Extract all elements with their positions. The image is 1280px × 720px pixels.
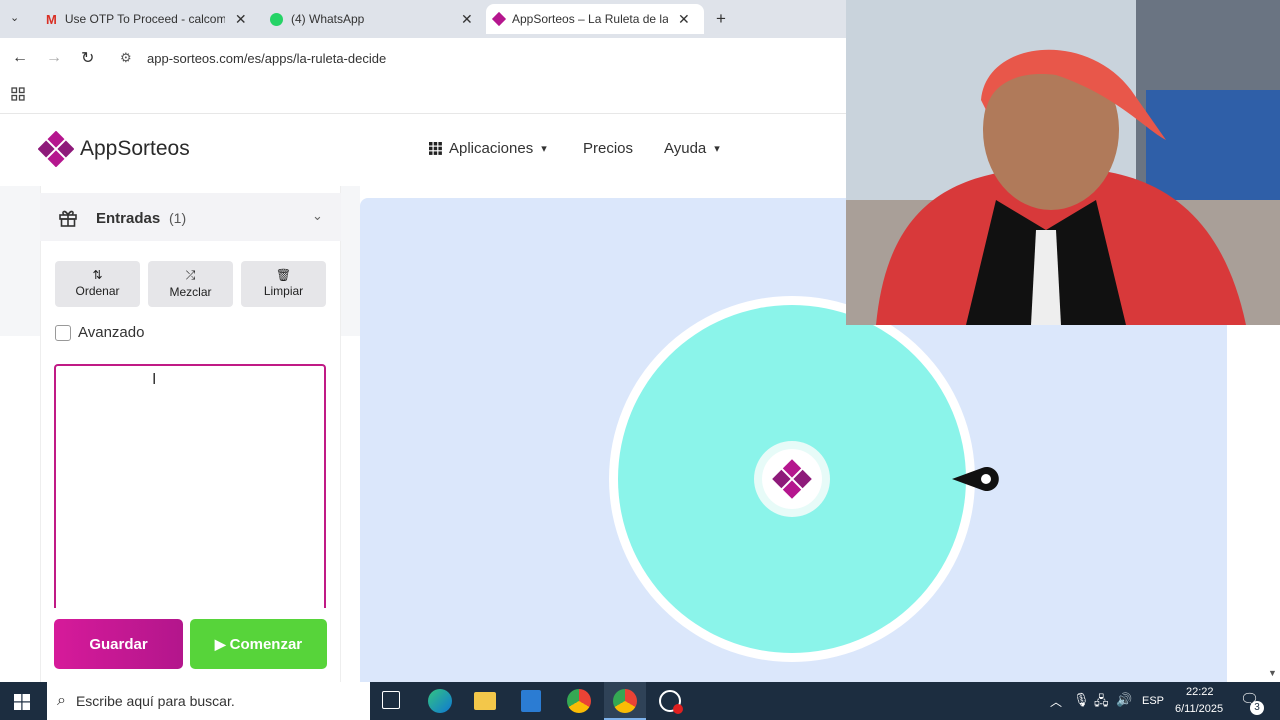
gift-icon (59, 210, 77, 227)
play-icon: ▶ (214, 635, 226, 652)
file-explorer-icon[interactable] (474, 692, 496, 710)
shuffle-button[interactable]: ⤮ Mezclar (148, 261, 233, 307)
close-icon[interactable]: ✕ (678, 11, 690, 28)
tab-appsorteos[interactable]: AppSorteos – La Ruleta de la Su ✕ (486, 4, 704, 34)
clock-time[interactable]: 22:22 (1186, 686, 1214, 698)
chevron-up-icon[interactable]: ︿ (1050, 693, 1062, 710)
notifications-count: 3 (1250, 701, 1264, 715)
address-bar[interactable]: app-sorteos.com/es/apps/la-ruleta-decide (147, 51, 386, 66)
trash-icon: 🗑 (275, 268, 292, 282)
apps-grid-icon (429, 142, 442, 155)
store-icon[interactable] (521, 690, 541, 712)
roulette-wheel[interactable] (604, 292, 1004, 672)
windows-start-icon[interactable] (14, 694, 30, 710)
tab-title: Use OTP To Proceed - calcoman (64, 12, 225, 26)
network-icon[interactable]: 🖧 (1094, 692, 1109, 714)
forward-icon[interactable]: → (46, 49, 62, 67)
clock-date[interactable]: 6/11/2025 (1175, 703, 1223, 715)
entries-textarea[interactable]: I (54, 364, 326, 608)
start-label: Comenzar (229, 635, 303, 653)
sort-label: Ordenar (75, 284, 120, 298)
chevron-down-icon: ▾ (714, 143, 720, 155)
nav-label: Aplicaciones (449, 140, 534, 157)
entries-header[interactable]: Entradas (1) ⌄ (40, 193, 341, 241)
chrome-icon[interactable] (567, 689, 591, 713)
tab-whatsapp[interactable]: (4) WhatsApp ✕ (262, 4, 480, 34)
microphone-icon[interactable]: 🎙 (1073, 692, 1090, 708)
shuffle-label: Mezclar (169, 285, 212, 299)
apps-grid-icon[interactable] (11, 87, 25, 106)
brand-logo[interactable]: AppSorteos (38, 131, 190, 167)
site-info-icon[interactable]: ⚙ (120, 50, 132, 66)
appsorteos-icon (491, 11, 507, 27)
taskbar-search[interactable]: ⌕ Escribe aquí para buscar. (47, 682, 370, 720)
text-cursor-icon: I (152, 371, 157, 388)
advanced-label: Avanzado (78, 324, 145, 341)
entries-count: (1) (169, 210, 187, 226)
save-button[interactable]: Guardar (54, 619, 183, 669)
tab-title: (4) WhatsApp (291, 12, 365, 26)
taskbar: ⌕ Escribe aquí para buscar. ︿ 🎙 🖧 🔊 ESP … (0, 682, 1280, 720)
clear-button[interactable]: 🗑 Limpiar (241, 261, 326, 307)
shuffle-icon: ⤮ (185, 268, 196, 282)
chevron-down-icon: ⌄ (312, 208, 323, 223)
chevron-down-icon: ▾ (541, 143, 547, 155)
search-icon: ⌕ (57, 692, 66, 709)
entries-label: Entradas (96, 210, 161, 227)
task-view-icon[interactable] (382, 691, 400, 709)
gmail-icon: M (46, 11, 57, 27)
scroll-down-icon[interactable]: ▼ (1268, 668, 1277, 678)
close-icon[interactable]: ✕ (461, 11, 473, 28)
recorder-icon[interactable] (659, 690, 683, 714)
chrome-active-icon[interactable] (604, 682, 646, 720)
start-button[interactable]: ▶ Comenzar (190, 619, 327, 669)
brand-logo-icon (38, 131, 74, 167)
advanced-checkbox[interactable] (55, 325, 71, 341)
nav-precios[interactable]: Precios (583, 140, 633, 157)
nav-aplicaciones[interactable]: Aplicaciones ▾ (429, 140, 547, 157)
nav-label: Ayuda (664, 140, 707, 157)
tab-gmail[interactable]: M Use OTP To Proceed - calcoman ✕ (38, 4, 256, 34)
brand-name: AppSorteos (80, 137, 190, 160)
clear-label: Limpiar (263, 284, 304, 298)
search-placeholder: Escribe aquí para buscar. (75, 693, 235, 709)
sort-icon: ⇅ (92, 268, 103, 282)
back-icon[interactable]: ← (12, 49, 28, 67)
volume-icon[interactable]: 🔊 (1116, 692, 1132, 708)
webcam-overlay (846, 0, 1280, 325)
webcam-person-image (846, 0, 1280, 325)
language-indicator[interactable]: ESP (1142, 695, 1164, 707)
sort-button[interactable]: ⇅ Ordenar (55, 261, 140, 307)
edge-icon[interactable] (428, 689, 452, 713)
new-tab-button[interactable]: + (716, 9, 726, 29)
whatsapp-icon (270, 12, 283, 26)
reload-icon[interactable]: ↻ (81, 48, 94, 68)
nav-ayuda[interactable]: Ayuda ▾ (664, 140, 720, 157)
close-icon[interactable]: ✕ (235, 11, 247, 28)
tab-title: AppSorteos – La Ruleta de la Su (512, 12, 668, 26)
tab-list-dropdown-icon[interactable]: ⌄ (10, 11, 19, 24)
wheel-hub (762, 449, 822, 509)
